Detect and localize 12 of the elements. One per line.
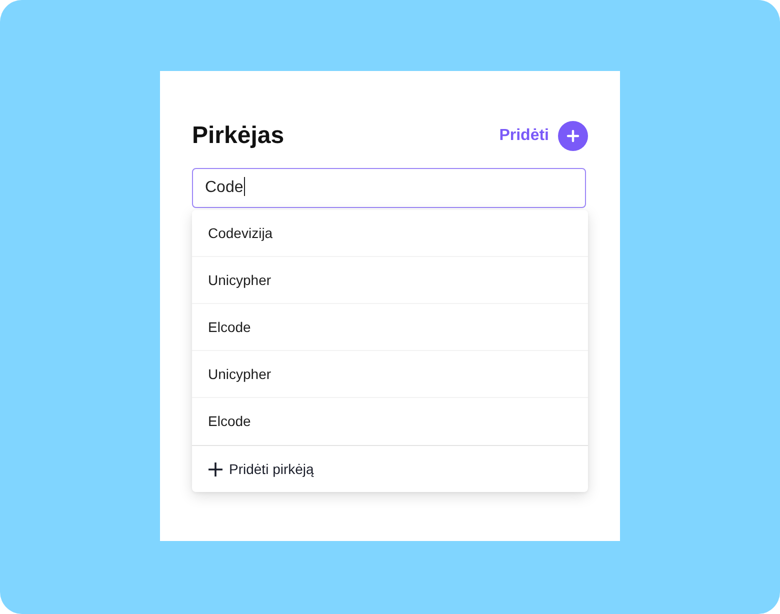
suggestion-item[interactable]: Unicypher [192, 351, 588, 398]
section-title: Pirkėjas [192, 121, 284, 151]
add-icon [558, 121, 588, 151]
suggestion-item[interactable]: Unicypher [192, 257, 588, 304]
add-button[interactable]: Pridėti [499, 121, 588, 151]
search-field[interactable]: Code [192, 168, 586, 208]
add-buyer-button[interactable]: Pridėti pirkėją [208, 459, 314, 479]
suggestion-item[interactable]: Elcode [192, 398, 588, 445]
suggestion-item[interactable]: Codevizija [192, 210, 588, 257]
plus-icon [208, 462, 223, 476]
text-cursor [244, 177, 246, 196]
suggestion-item[interactable]: Elcode [192, 304, 588, 351]
